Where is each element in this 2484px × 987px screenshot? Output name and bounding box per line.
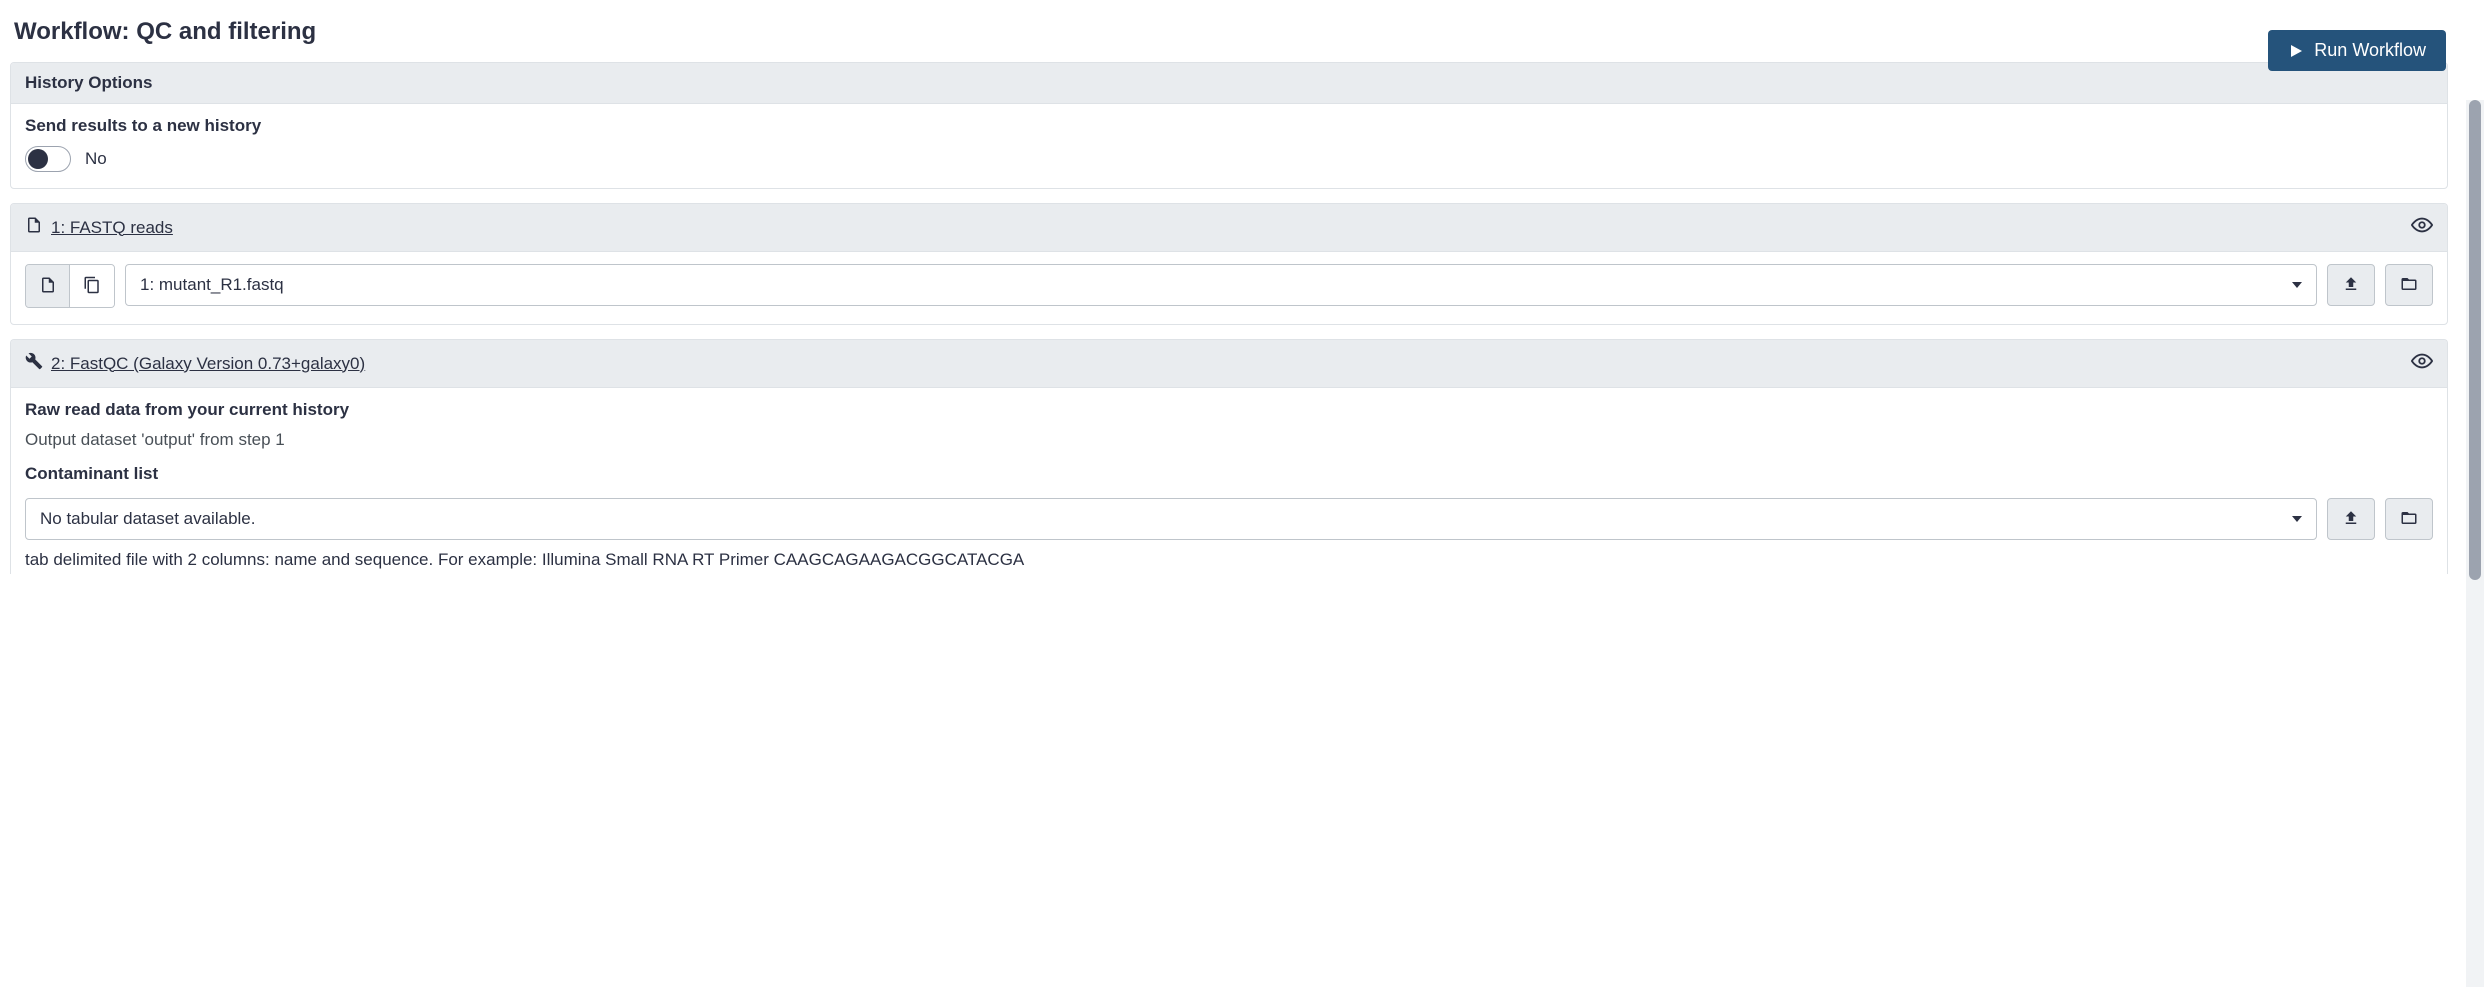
step-2-panel: 2: FastQC (Galaxy Version 0.73+galaxy0) … — [10, 339, 2448, 574]
browse-button[interactable] — [2385, 498, 2433, 540]
file-icon — [25, 216, 43, 239]
raw-read-label: Raw read data from your current history — [25, 400, 2433, 420]
upload-icon — [2342, 275, 2360, 296]
step-1-title-link[interactable]: 1: FASTQ reads — [51, 218, 173, 238]
folder-open-icon — [2400, 275, 2418, 296]
upload-icon — [2342, 509, 2360, 530]
contaminant-select[interactable]: No tabular dataset available. — [25, 498, 2317, 540]
history-options-header: History Options — [11, 63, 2447, 104]
eye-icon[interactable] — [2411, 350, 2433, 377]
eye-icon[interactable] — [2411, 214, 2433, 241]
step-1-header: 1: FASTQ reads — [11, 204, 2447, 252]
send-results-label: Send results to a new history — [25, 116, 2433, 136]
vertical-scrollbar[interactable] — [2466, 100, 2484, 987]
contaminant-selected-value: No tabular dataset available. — [40, 509, 255, 529]
upload-button[interactable] — [2327, 264, 2375, 306]
toggle-knob — [28, 149, 48, 169]
multiple-dataset-button[interactable] — [70, 265, 114, 307]
history-options-panel: History Options Send results to a new hi… — [10, 62, 2448, 189]
dataset-mode-group — [25, 264, 115, 308]
step-1-panel: 1: FASTQ reads — [10, 203, 2448, 325]
history-options-title: History Options — [25, 73, 153, 93]
step-1-selected-value: 1: mutant_R1.fastq — [140, 275, 284, 295]
single-dataset-button[interactable] — [26, 265, 70, 307]
wrench-icon — [25, 352, 43, 375]
browse-button[interactable] — [2385, 264, 2433, 306]
run-workflow-button[interactable]: Run Workflow — [2268, 30, 2446, 71]
scroll-thumb[interactable] — [2469, 100, 2481, 580]
files-icon — [83, 276, 101, 297]
chevron-down-icon — [2292, 282, 2302, 288]
contaminant-label: Contaminant list — [25, 464, 2433, 484]
send-results-toggle[interactable] — [25, 146, 71, 172]
send-results-value: No — [85, 149, 107, 169]
upload-button[interactable] — [2327, 498, 2375, 540]
chevron-down-icon — [2292, 516, 2302, 522]
step-2-title-link[interactable]: 2: FastQC (Galaxy Version 0.73+galaxy0) — [51, 354, 365, 374]
step-2-header: 2: FastQC (Galaxy Version 0.73+galaxy0) — [11, 340, 2447, 388]
step-1-dataset-select[interactable]: 1: mutant_R1.fastq — [125, 264, 2317, 306]
contaminant-help: tab delimited file with 2 columns: name … — [25, 550, 2433, 570]
folder-open-icon — [2400, 509, 2418, 530]
play-icon — [2288, 43, 2304, 59]
file-icon — [39, 276, 57, 297]
run-workflow-label: Run Workflow — [2314, 40, 2426, 61]
page-title: Workflow: QC and filtering — [10, 10, 2484, 54]
raw-read-value: Output dataset 'output' from step 1 — [25, 430, 2433, 450]
